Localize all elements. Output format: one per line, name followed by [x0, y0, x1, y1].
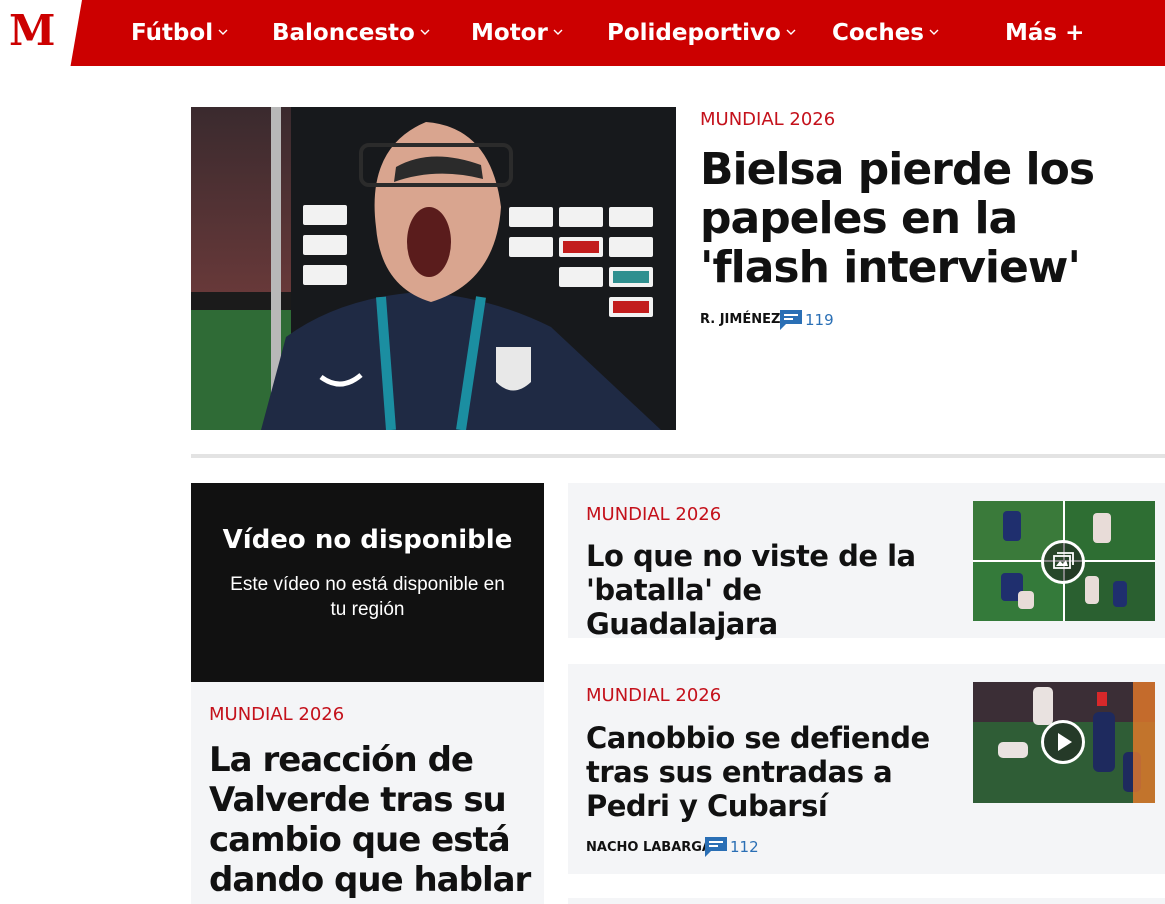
nav-item-polideportivo[interactable]: Polideportivo	[607, 0, 796, 66]
nav-item-baloncesto[interactable]: Baloncesto	[272, 0, 430, 66]
video-kicker[interactable]: MUNDIAL 2026	[209, 704, 344, 725]
video-unavailable-title: Vídeo no disponible	[222, 525, 513, 555]
hero-kicker[interactable]: MUNDIAL 2026	[700, 109, 835, 130]
play-icon[interactable]	[1041, 720, 1085, 764]
nav-label: Más +	[1005, 20, 1085, 46]
nav-label: Motor	[471, 20, 548, 46]
hero-comments-link[interactable]: 119	[779, 309, 834, 331]
article-card[interactable]: MUNDIAL 2026 Lo que no viste de la 'bata…	[568, 483, 1165, 641]
article-headline[interactable]: Canobbio se defiende tras sus entradas a…	[586, 721, 956, 823]
video-headline[interactable]: La reacción de Valverde tras su cambio q…	[209, 740, 539, 900]
video-player[interactable]: Vídeo no disponible Este vídeo no está d…	[191, 483, 544, 682]
next-card-edge	[568, 898, 1165, 904]
chevron-down-icon	[929, 27, 939, 37]
video-article-card[interactable]: Vídeo no disponible Este vídeo no está d…	[191, 483, 544, 904]
hero-image[interactable]	[191, 107, 676, 430]
nav-item-futbol[interactable]: Fútbol	[131, 0, 228, 66]
chevron-down-icon	[553, 27, 563, 37]
article-author[interactable]: NACHO LABARGA	[586, 840, 712, 855]
nav-item-motor[interactable]: Motor	[471, 0, 563, 66]
chevron-down-icon	[218, 27, 228, 37]
chevron-down-icon	[420, 27, 430, 37]
article-headline[interactable]: Lo que no viste de la 'batalla' de Guada…	[586, 539, 956, 641]
logo-letter: M	[9, 6, 55, 55]
article-kicker[interactable]: MUNDIAL 2026	[586, 504, 721, 525]
comment-count: 112	[730, 838, 759, 856]
chevron-down-icon	[786, 27, 796, 37]
comment-icon	[705, 837, 727, 857]
marca-logo[interactable]: M	[0, 0, 82, 66]
hero-author[interactable]: R. JIMÉNEZ	[700, 312, 780, 327]
article-comments-link[interactable]: 112	[704, 836, 759, 858]
gallery-icon	[1041, 540, 1085, 584]
article-card[interactable]: MUNDIAL 2026 Canobbio se defiende tras s…	[568, 664, 1165, 874]
nav-item-coches[interactable]: Coches	[832, 0, 939, 66]
article-kicker[interactable]: MUNDIAL 2026	[586, 685, 721, 706]
nav-label: Coches	[832, 20, 924, 46]
nav-label: Polideportivo	[607, 20, 781, 46]
section-divider	[191, 454, 1165, 458]
comment-count: 119	[805, 311, 834, 329]
comment-icon	[780, 310, 802, 330]
top-navigation: M Fútbol Baloncesto Motor Polideportivo …	[0, 0, 1165, 66]
nav-label: Baloncesto	[272, 20, 415, 46]
nav-item-mas[interactable]: Más +	[1005, 0, 1084, 66]
video-unavailable-message: Este vídeo no está disponible en tu regi…	[230, 574, 505, 620]
nav-label: Fútbol	[131, 20, 214, 46]
hero-headline[interactable]: Bielsa pierde los papeles en la 'flash i…	[700, 145, 1140, 292]
